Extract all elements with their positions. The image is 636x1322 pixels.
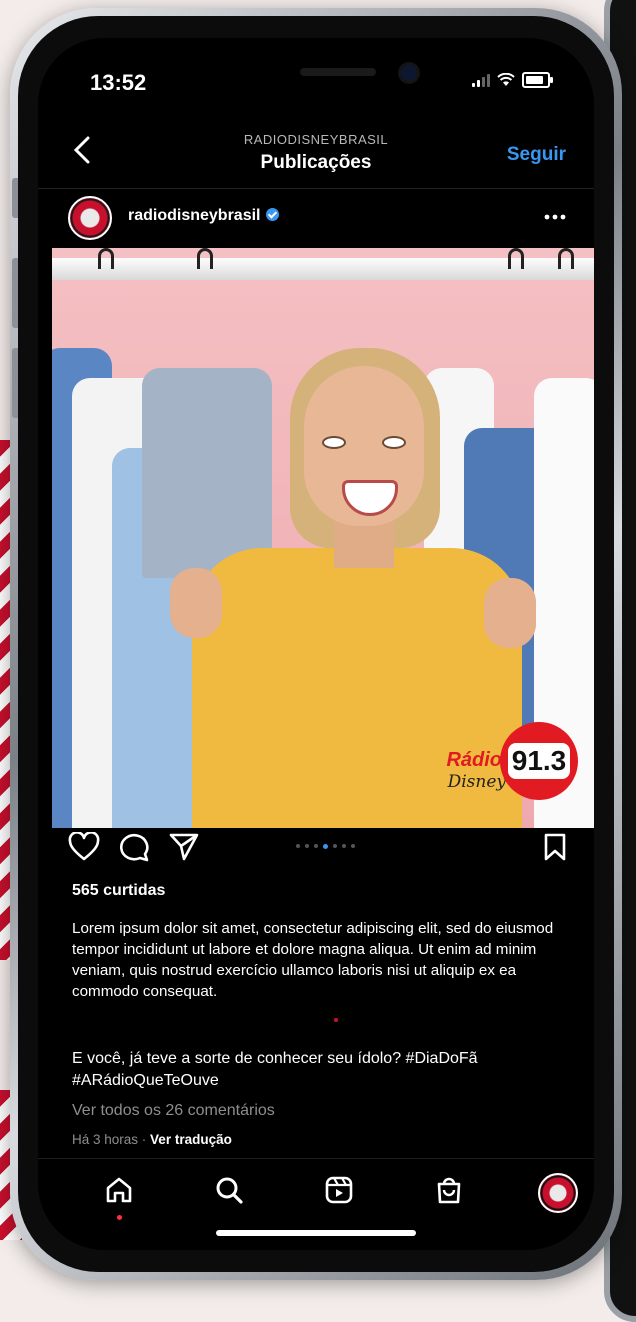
carousel-dot: [323, 844, 328, 849]
carousel-dot: [305, 844, 309, 848]
save-button[interactable]: [542, 832, 568, 867]
home-active-dot: [117, 1215, 122, 1220]
translate-link[interactable]: Ver tradução: [150, 1132, 232, 1147]
phone-frame: 13:52 RADIODISNEYBRASIL Publicações Segu…: [10, 8, 622, 1280]
woman-eye: [322, 436, 346, 449]
post-timestamp: Há 3 horas: [72, 1132, 139, 1147]
status-icons: [472, 72, 553, 88]
status-time: 13:52: [90, 70, 147, 95]
bookmark-icon: [544, 833, 566, 861]
carousel-indicator: [296, 844, 355, 849]
frequency-badge: 91.3: [500, 722, 578, 800]
carousel-dot: [314, 844, 318, 848]
likes-count[interactable]: 565 curtidas: [72, 882, 165, 900]
carousel-dot: [342, 844, 346, 848]
view-comments-link[interactable]: Ver todos os 26 comentários: [72, 1102, 275, 1120]
post-image[interactable]: Rádio Disney 91.3: [52, 248, 594, 828]
status-bar: 13:52: [38, 38, 594, 128]
tab-home[interactable]: [104, 1175, 134, 1210]
hanger-hook: [558, 248, 574, 269]
send-icon: [169, 833, 199, 861]
screen: 13:52 RADIODISNEYBRASIL Publicações Segu…: [38, 38, 594, 1250]
reels-icon: [325, 1176, 353, 1204]
follow-button[interactable]: Seguir: [507, 144, 566, 166]
front-camera: [398, 62, 420, 84]
tab-shop[interactable]: [434, 1175, 464, 1210]
more-button[interactable]: [544, 200, 566, 226]
comment-icon: [119, 833, 149, 862]
shop-icon: [437, 1177, 461, 1204]
avatar[interactable]: [68, 196, 112, 240]
post-username[interactable]: radiodisneybrasil: [128, 207, 279, 225]
home-icon: [106, 1177, 132, 1203]
nav-header: RADIODISNEYBRASIL Publicações Seguir: [38, 126, 594, 189]
woman-fist: [170, 568, 222, 638]
like-button[interactable]: [68, 831, 100, 867]
tab-reels[interactable]: [324, 1175, 354, 1210]
post-body-text: Lorem ipsum dolor sit amet, consectetur …: [72, 920, 554, 1000]
hanger-hook: [98, 248, 114, 269]
meta-separator: ·: [138, 1132, 151, 1147]
post-actions: [38, 828, 594, 868]
woman-fist: [484, 578, 536, 648]
radio-disney-logo: Rádio: [446, 749, 502, 771]
carousel-dot: [296, 844, 300, 848]
tab-search[interactable]: [214, 1175, 244, 1210]
phone-bezel: 13:52 RADIODISNEYBRASIL Publicações Segu…: [18, 16, 614, 1272]
decorative-dot: [334, 1018, 338, 1022]
post-meta: Há 3 horas · Ver tradução: [72, 1132, 232, 1147]
hanger-hook: [197, 248, 213, 269]
home-indicator[interactable]: [216, 1230, 416, 1236]
search-icon: [216, 1177, 243, 1204]
carousel-dot: [351, 844, 355, 848]
hanger-hook: [508, 248, 524, 269]
verified-badge-icon: [265, 208, 279, 221]
post-header: radiodisneybrasil: [38, 188, 594, 248]
clothing-item: [142, 368, 272, 578]
heart-icon: [68, 831, 100, 861]
username-text: radiodisneybrasil: [128, 207, 261, 224]
tab-profile-avatar[interactable]: [538, 1173, 578, 1213]
share-button[interactable]: [168, 832, 200, 867]
comment-button[interactable]: [118, 832, 150, 867]
wifi-icon: [497, 73, 515, 86]
signal-icon: [472, 73, 490, 87]
battery-icon: [522, 72, 553, 88]
woman-eye: [382, 436, 406, 449]
post-caption: E você, já teve a sorte de conhecer seu …: [72, 1050, 478, 1089]
speaker-notch: [300, 68, 376, 76]
disney-wordmark: Disney: [447, 772, 506, 792]
more-horizontal-icon: [544, 214, 566, 220]
carousel-dot: [333, 844, 337, 848]
bottom-tab-bar: [38, 1158, 594, 1229]
